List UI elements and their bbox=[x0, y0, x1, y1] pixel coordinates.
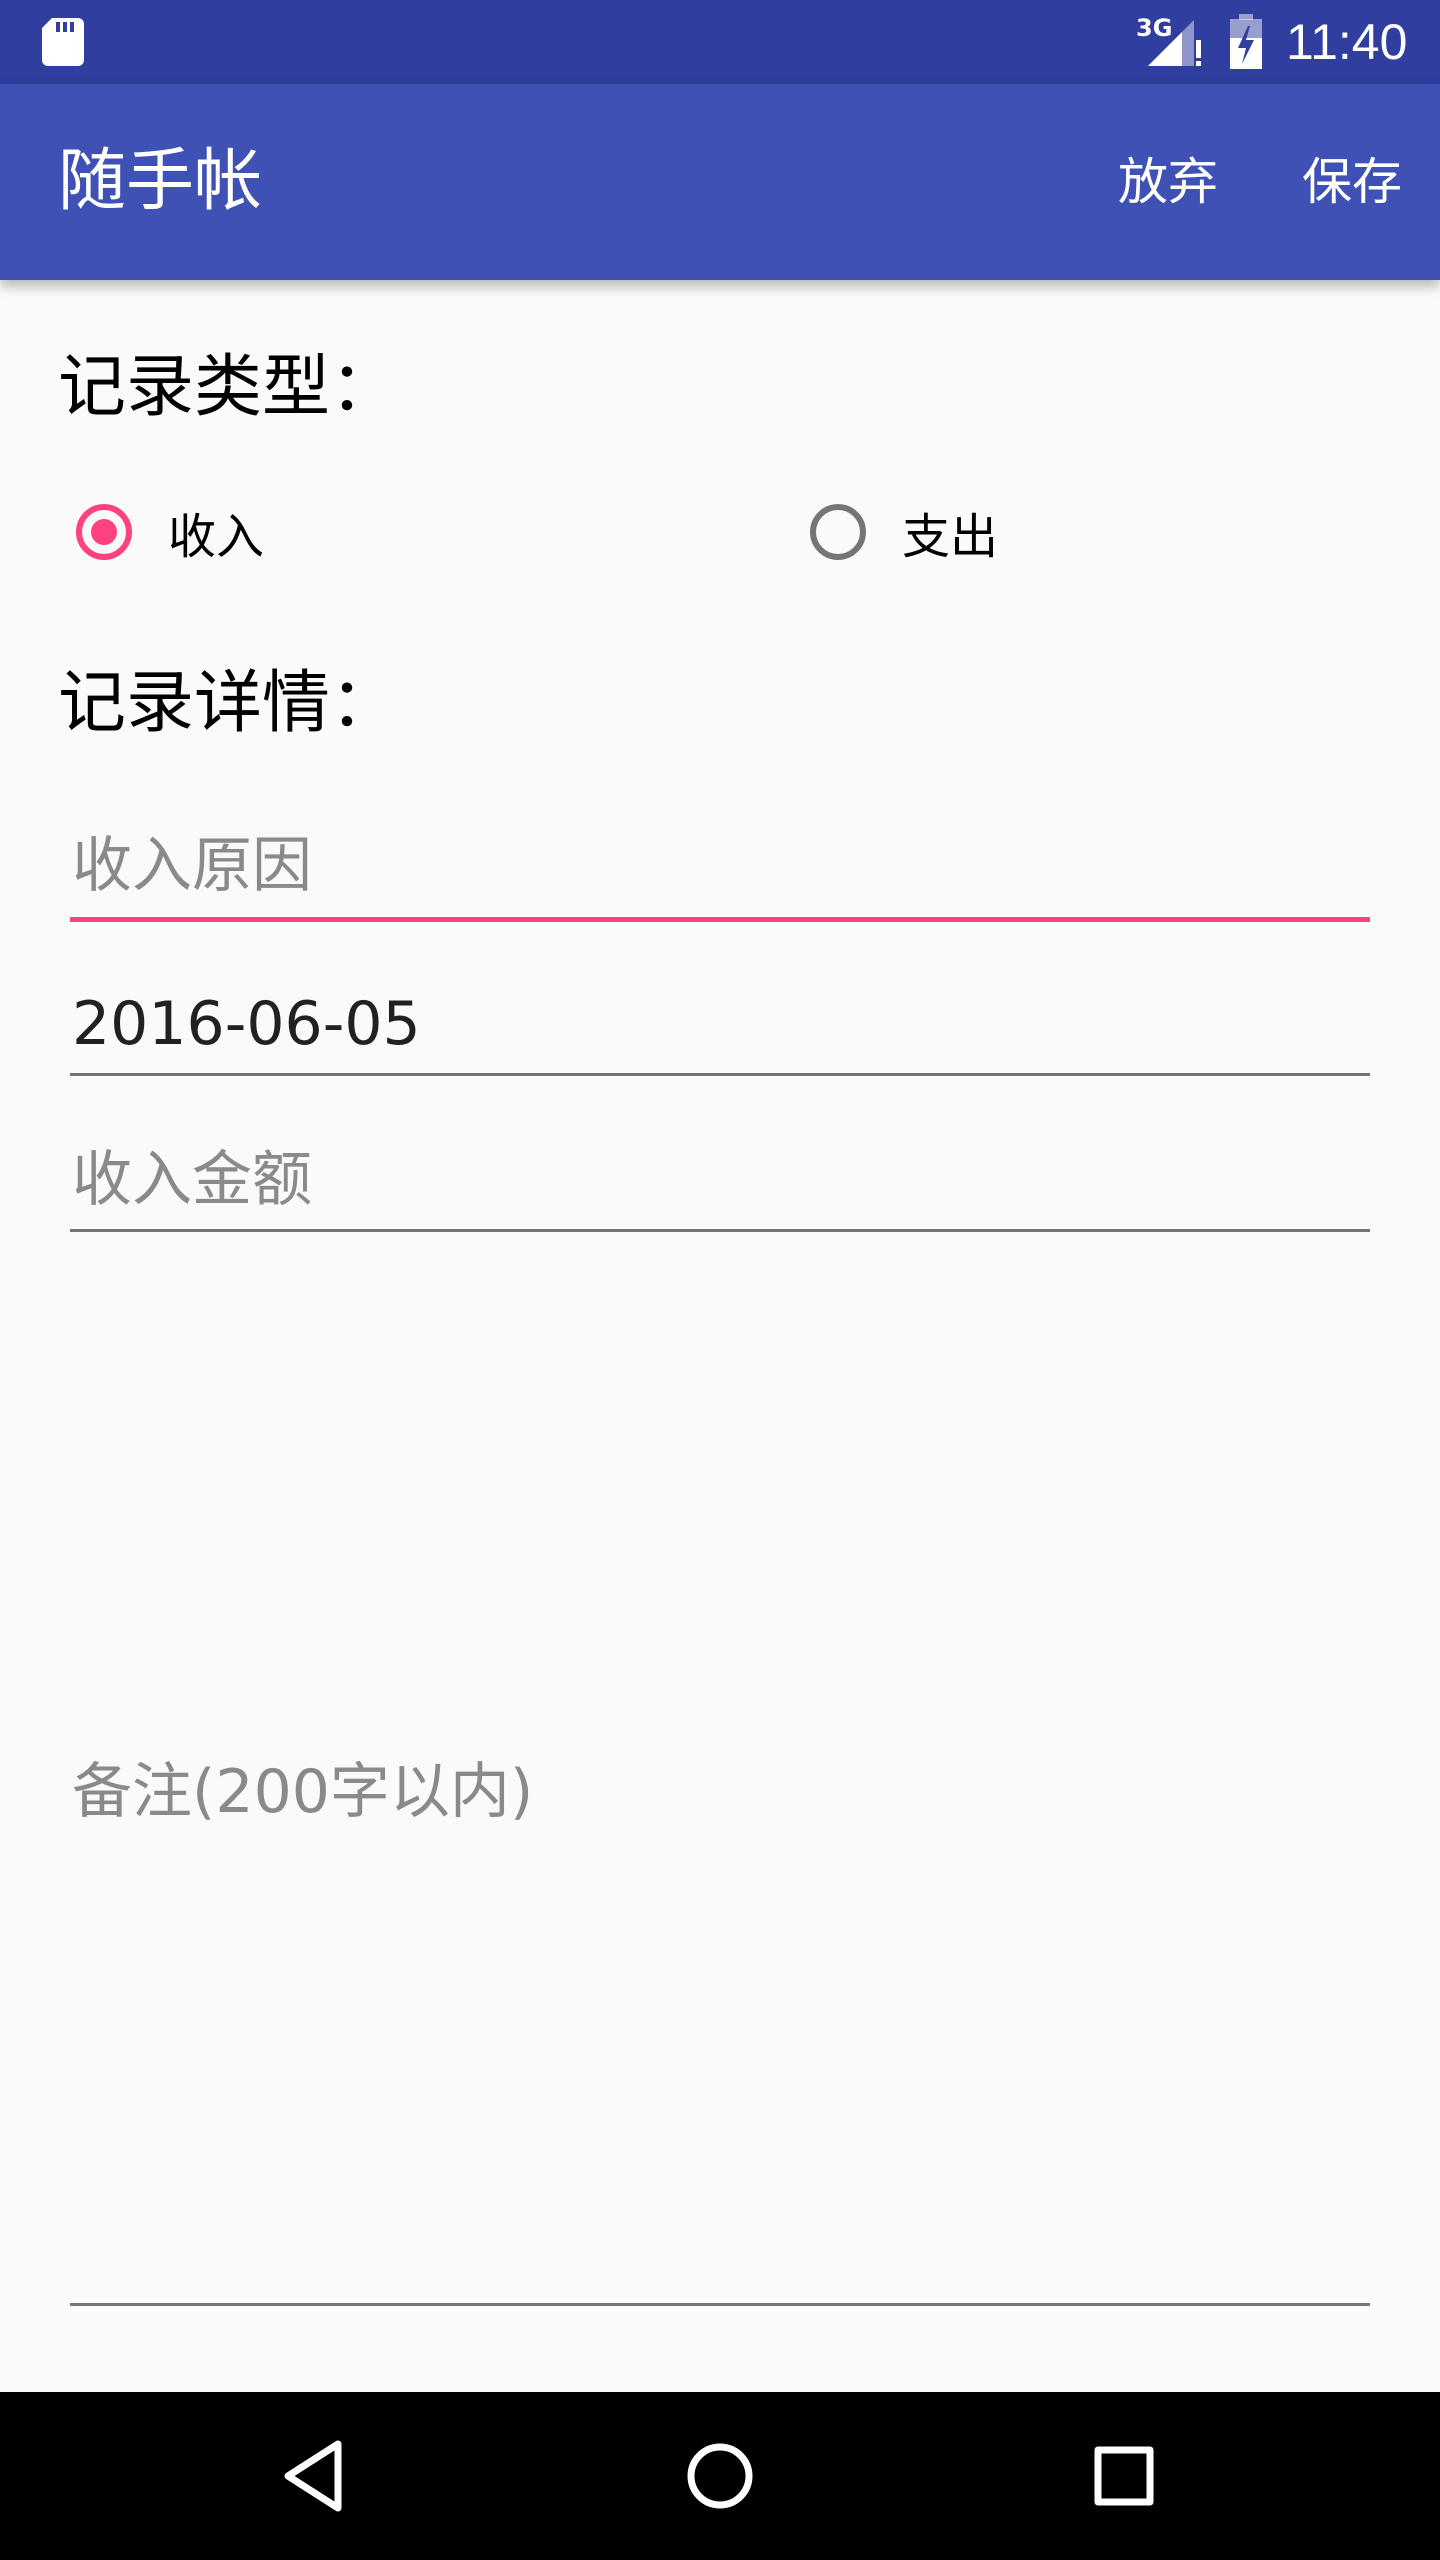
record-detail-title: 记录详情： bbox=[58, 664, 399, 743]
clock: 11:40 bbox=[1286, 14, 1408, 70]
discard-button[interactable]: 放弃 bbox=[1106, 84, 1230, 280]
radio-unchecked-icon bbox=[810, 504, 866, 560]
record-type-title: 记录类型： bbox=[58, 348, 399, 427]
save-button[interactable]: 保存 bbox=[1290, 84, 1414, 280]
app-bar: 随手帐 放弃 保存 bbox=[0, 84, 1440, 280]
home-icon[interactable] bbox=[670, 2426, 770, 2526]
radio-income-label: 收入 bbox=[168, 509, 265, 565]
date-value: 2016-06-05 bbox=[72, 989, 421, 1059]
radio-expense[interactable]: 支出 bbox=[810, 496, 998, 568]
radio-checked-icon bbox=[76, 504, 132, 560]
back-icon[interactable] bbox=[266, 2426, 366, 2526]
note-placeholder: 备注(200字以内) bbox=[72, 1756, 534, 1827]
income-amount-placeholder: 收入金额 bbox=[72, 1145, 312, 1215]
date-input[interactable]: 2016-06-05 bbox=[70, 984, 1370, 1076]
status-bar: 3G 11:40 bbox=[0, 0, 1440, 84]
navigation-bar bbox=[0, 2392, 1440, 2560]
income-amount-input[interactable]: 收入金额 bbox=[70, 1140, 1370, 1232]
signal-icon bbox=[1148, 20, 1201, 66]
radio-income[interactable]: 收入 bbox=[76, 496, 264, 568]
income-reason-input[interactable]: 收入原因 bbox=[70, 826, 1370, 922]
sd-card-icon bbox=[42, 18, 84, 66]
recents-icon[interactable] bbox=[1074, 2426, 1174, 2526]
income-reason-placeholder: 收入原因 bbox=[72, 831, 312, 901]
app-title: 随手帐 bbox=[58, 142, 263, 221]
note-input[interactable]: 备注(200字以内) bbox=[70, 1290, 1370, 2306]
radio-expense-label: 支出 bbox=[902, 509, 999, 565]
battery-charging-icon bbox=[1230, 14, 1262, 69]
